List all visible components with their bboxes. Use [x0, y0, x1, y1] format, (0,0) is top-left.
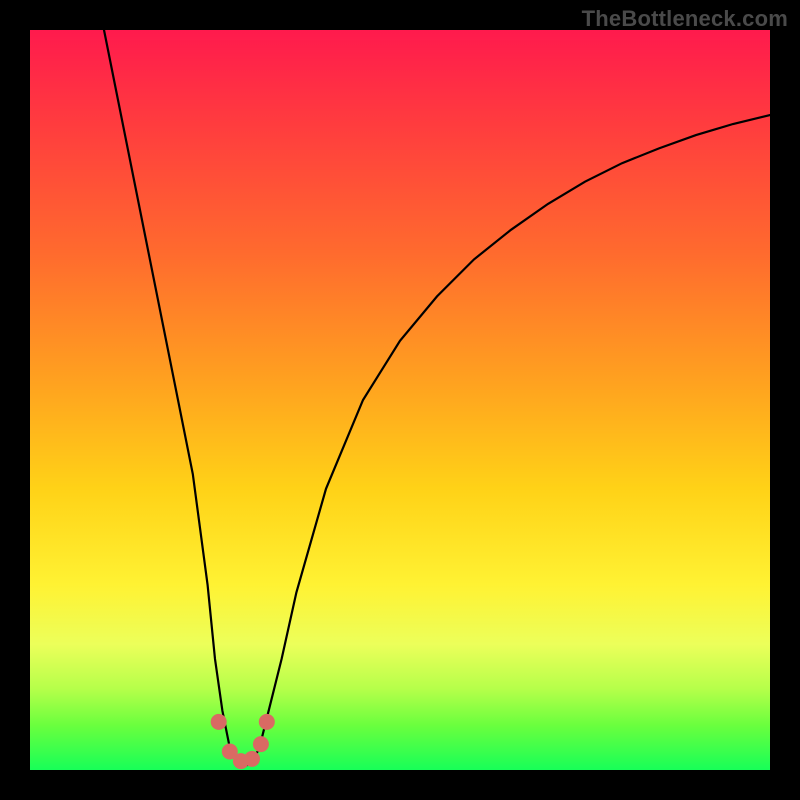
- marker-dot: [253, 736, 269, 752]
- marker-dot: [259, 714, 275, 730]
- curve-svg: [30, 30, 770, 770]
- marker-dot: [211, 714, 227, 730]
- chart-frame: TheBottleneck.com: [0, 0, 800, 800]
- plot-area: [30, 30, 770, 770]
- bottleneck-curve: [104, 30, 770, 766]
- watermark-text: TheBottleneck.com: [582, 6, 788, 32]
- marker-cluster: [211, 714, 275, 769]
- marker-dot: [244, 751, 260, 767]
